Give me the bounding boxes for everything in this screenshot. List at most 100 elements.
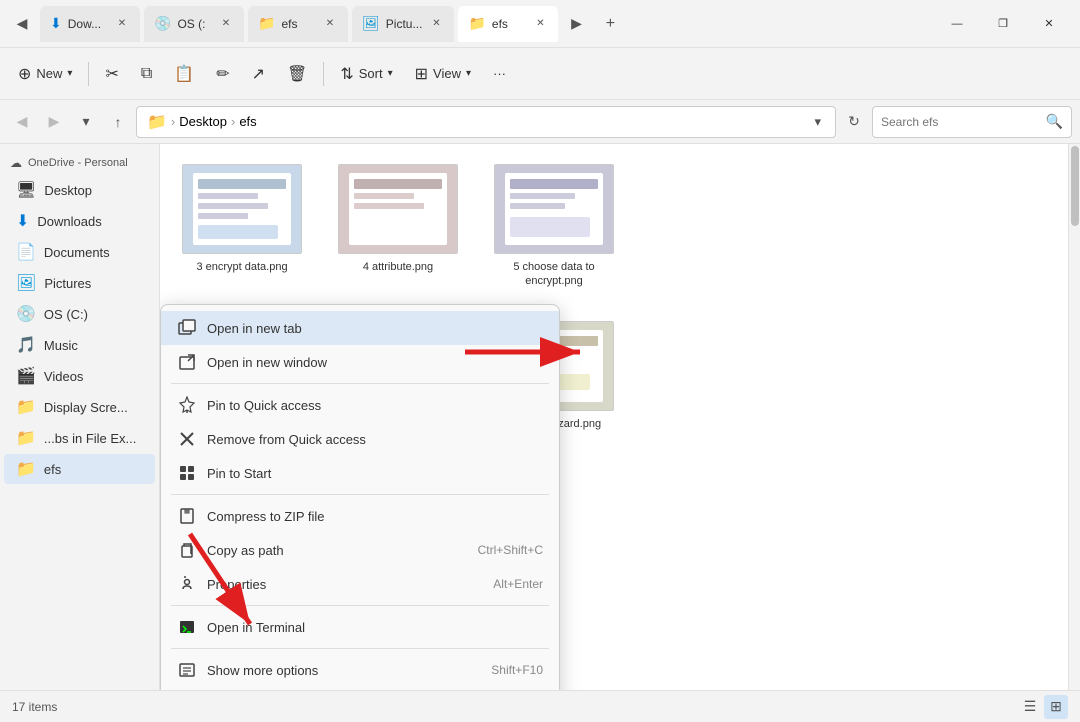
terminal-icon-svg — [178, 618, 196, 636]
display-icon: 📁 — [16, 397, 36, 417]
back-btn[interactable]: ◀ — [8, 108, 36, 136]
onedrive-section[interactable]: ☁ OneDrive - Personal — [0, 152, 159, 174]
tab-downloads[interactable]: ⬇ Dow... ✕ — [40, 6, 140, 42]
list-view-btn[interactable]: ☰ — [1018, 695, 1042, 719]
context-menu[interactable]: Open in new tab Open in new window — [160, 304, 560, 690]
address-bar-row: ◀ ▶ ▾ ↑ 📁 › Desktop › efs ▾ ↻ 🔍 — [0, 100, 1080, 144]
share-button[interactable]: ↗ — [242, 56, 275, 92]
sidebar-item-music[interactable]: 🎵 Music — [4, 330, 155, 360]
tab-os[interactable]: 💿 OS (: ✕ — [144, 6, 244, 42]
delete-icon: 🗑 — [287, 64, 307, 84]
sidebar-item-display[interactable]: 📁 Display Scre... — [4, 392, 155, 422]
rename-icon: ✏ — [216, 64, 229, 84]
file-name-f2: 4 attribute.png — [363, 260, 433, 274]
rename-button[interactable]: ✏ — [206, 56, 239, 92]
tab-pictures[interactable]: 🖼 Pictu... ✕ — [352, 6, 454, 42]
ctx-properties[interactable]: Properties Alt+Enter — [161, 567, 559, 601]
sidebar-item-videos[interactable]: 🎬 Videos — [4, 361, 155, 391]
address-sep1: › — [171, 114, 175, 129]
thumb-svg-f2 — [339, 165, 457, 253]
sidebar-item-os[interactable]: 💿 OS (C:) — [4, 299, 155, 329]
sort-icon: ⇅ — [340, 64, 353, 84]
sidebar-documents-label: Documents — [44, 245, 110, 260]
file-item-f2[interactable]: 4 attribute.png — [328, 156, 468, 297]
status-bar: 17 items ☰ ⊞ — [0, 690, 1080, 722]
address-sep2: › — [231, 114, 235, 129]
sidebar-item-documents[interactable]: 📄 Documents — [4, 237, 155, 267]
scrollbar[interactable] — [1068, 144, 1080, 690]
next-tab-btn[interactable]: ▶ — [562, 10, 590, 38]
minimize-btn[interactable]: — — [934, 8, 980, 40]
file-item-f1[interactable]: 3 encrypt data.png — [172, 156, 312, 297]
ctx-copy-path[interactable]: Copy as path Ctrl+Shift+C — [161, 533, 559, 567]
grid-view-btn[interactable]: ⊞ — [1044, 695, 1068, 719]
ctx-remove-quick-access-label: Remove from Quick access — [207, 432, 543, 447]
more-button[interactable]: ··· — [483, 56, 516, 92]
scrollbar-thumb[interactable] — [1071, 146, 1079, 226]
tab-efs1-close[interactable]: ✕ — [322, 16, 338, 32]
ctx-remove-quick-access[interactable]: Remove from Quick access — [161, 422, 559, 456]
sidebar-item-pictures[interactable]: 🖼 Pictures — [4, 268, 155, 298]
copy-path-icon-svg — [178, 541, 196, 559]
sidebar-desktop-label: Desktop — [44, 183, 92, 198]
ctx-pin-start-label: Pin to Start — [207, 466, 543, 481]
paste-button[interactable]: 📋 — [164, 56, 204, 92]
os-icon: 💿 — [16, 304, 36, 324]
sidebar-item-efs[interactable]: 📁 efs — [4, 454, 155, 484]
prev-tab-btn[interactable]: ◀ — [8, 10, 36, 38]
file-item-f3[interactable]: 5 choose data to encrypt.png — [484, 156, 624, 297]
sort-chevron-icon: ▾ — [388, 68, 393, 79]
ctx-open-terminal-label: Open in Terminal — [207, 620, 543, 635]
ctx-remove-quick-access-icon — [177, 429, 197, 449]
tab-downloads-label: Dow... — [68, 17, 101, 31]
view-button[interactable]: ⊞ View ▾ — [405, 56, 481, 92]
file-name-f3: 5 choose data to encrypt.png — [492, 260, 616, 289]
tab-efs2-close[interactable]: ✕ — [532, 16, 548, 32]
ctx-pin-start[interactable]: Pin to Start — [161, 456, 559, 490]
sidebar-item-downloads[interactable]: ⬇ Downloads — [4, 206, 155, 236]
tab-os-close[interactable]: ✕ — [218, 16, 234, 32]
ctx-open-terminal[interactable]: Open in Terminal — [161, 610, 559, 644]
search-box[interactable]: 🔍 — [872, 106, 1072, 138]
sort-button[interactable]: ⇅ Sort ▾ — [330, 56, 402, 92]
ctx-show-more-icon — [177, 660, 197, 680]
sidebar-item-fileex[interactable]: 📁 ...bs in File Ex... — [4, 423, 155, 453]
new-tab-btn[interactable]: + — [594, 8, 626, 40]
ctx-copy-path-shortcut: Ctrl+Shift+C — [478, 543, 543, 557]
ctx-properties-shortcut: Alt+Enter — [493, 577, 543, 591]
address-chevron-icon[interactable]: ▾ — [810, 112, 825, 132]
ctx-open-new-window[interactable]: Open in new window — [161, 345, 559, 379]
pictures-icon: 🖼 — [16, 273, 36, 293]
ctx-pin-quick-access[interactable]: Pin to Quick access — [161, 388, 559, 422]
close-btn[interactable]: ✕ — [1026, 8, 1072, 40]
new-button[interactable]: ⊕ New ▾ — [8, 56, 82, 92]
address-box[interactable]: 📁 › Desktop › efs ▾ — [136, 106, 836, 138]
file-thumb-f2 — [338, 164, 458, 254]
dropdown-btn[interactable]: ▾ — [72, 108, 100, 136]
title-bar: ◀ ⬇ Dow... ✕ 💿 OS (: ✕ 📁 efs ✕ 🖼 Pictu..… — [0, 0, 1080, 48]
forward-btn[interactable]: ▶ — [40, 108, 68, 136]
ctx-compress-zip-label: Compress to ZIP file — [207, 509, 543, 524]
pin-icon-svg — [178, 396, 196, 414]
tab-efs2[interactable]: 📁 efs ✕ — [458, 6, 558, 42]
ctx-compress-zip[interactable]: Compress to ZIP file — [161, 499, 559, 533]
ctx-show-more[interactable]: Show more options Shift+F10 — [161, 653, 559, 687]
refresh-btn[interactable]: ↻ — [840, 108, 868, 136]
maximize-btn[interactable]: ❐ — [980, 8, 1026, 40]
new-chevron-icon: ▾ — [67, 68, 72, 79]
thumb-svg-f1 — [183, 165, 301, 253]
tab-downloads-close[interactable]: ✕ — [114, 16, 130, 32]
cut-button[interactable]: ✂ — [95, 56, 128, 92]
copy-button[interactable]: ⧉ — [131, 56, 162, 92]
tab-efs1[interactable]: 📁 efs ✕ — [248, 6, 348, 42]
ctx-open-new-tab[interactable]: Open in new tab — [161, 311, 559, 345]
delete-button[interactable]: 🗑 — [277, 56, 317, 92]
sidebar-fileex-label: ...bs in File Ex... — [44, 431, 136, 446]
address-folder-icon: 📁 — [147, 112, 167, 132]
main-content: ☁ OneDrive - Personal 🖥 Desktop ⬇ Downlo… — [0, 144, 1080, 690]
sidebar-item-desktop[interactable]: 🖥 Desktop — [4, 175, 155, 205]
tab-pictures-close[interactable]: ✕ — [428, 16, 444, 32]
up-btn[interactable]: ↑ — [104, 108, 132, 136]
ctx-sep4 — [171, 648, 549, 649]
search-input[interactable] — [881, 115, 1040, 129]
